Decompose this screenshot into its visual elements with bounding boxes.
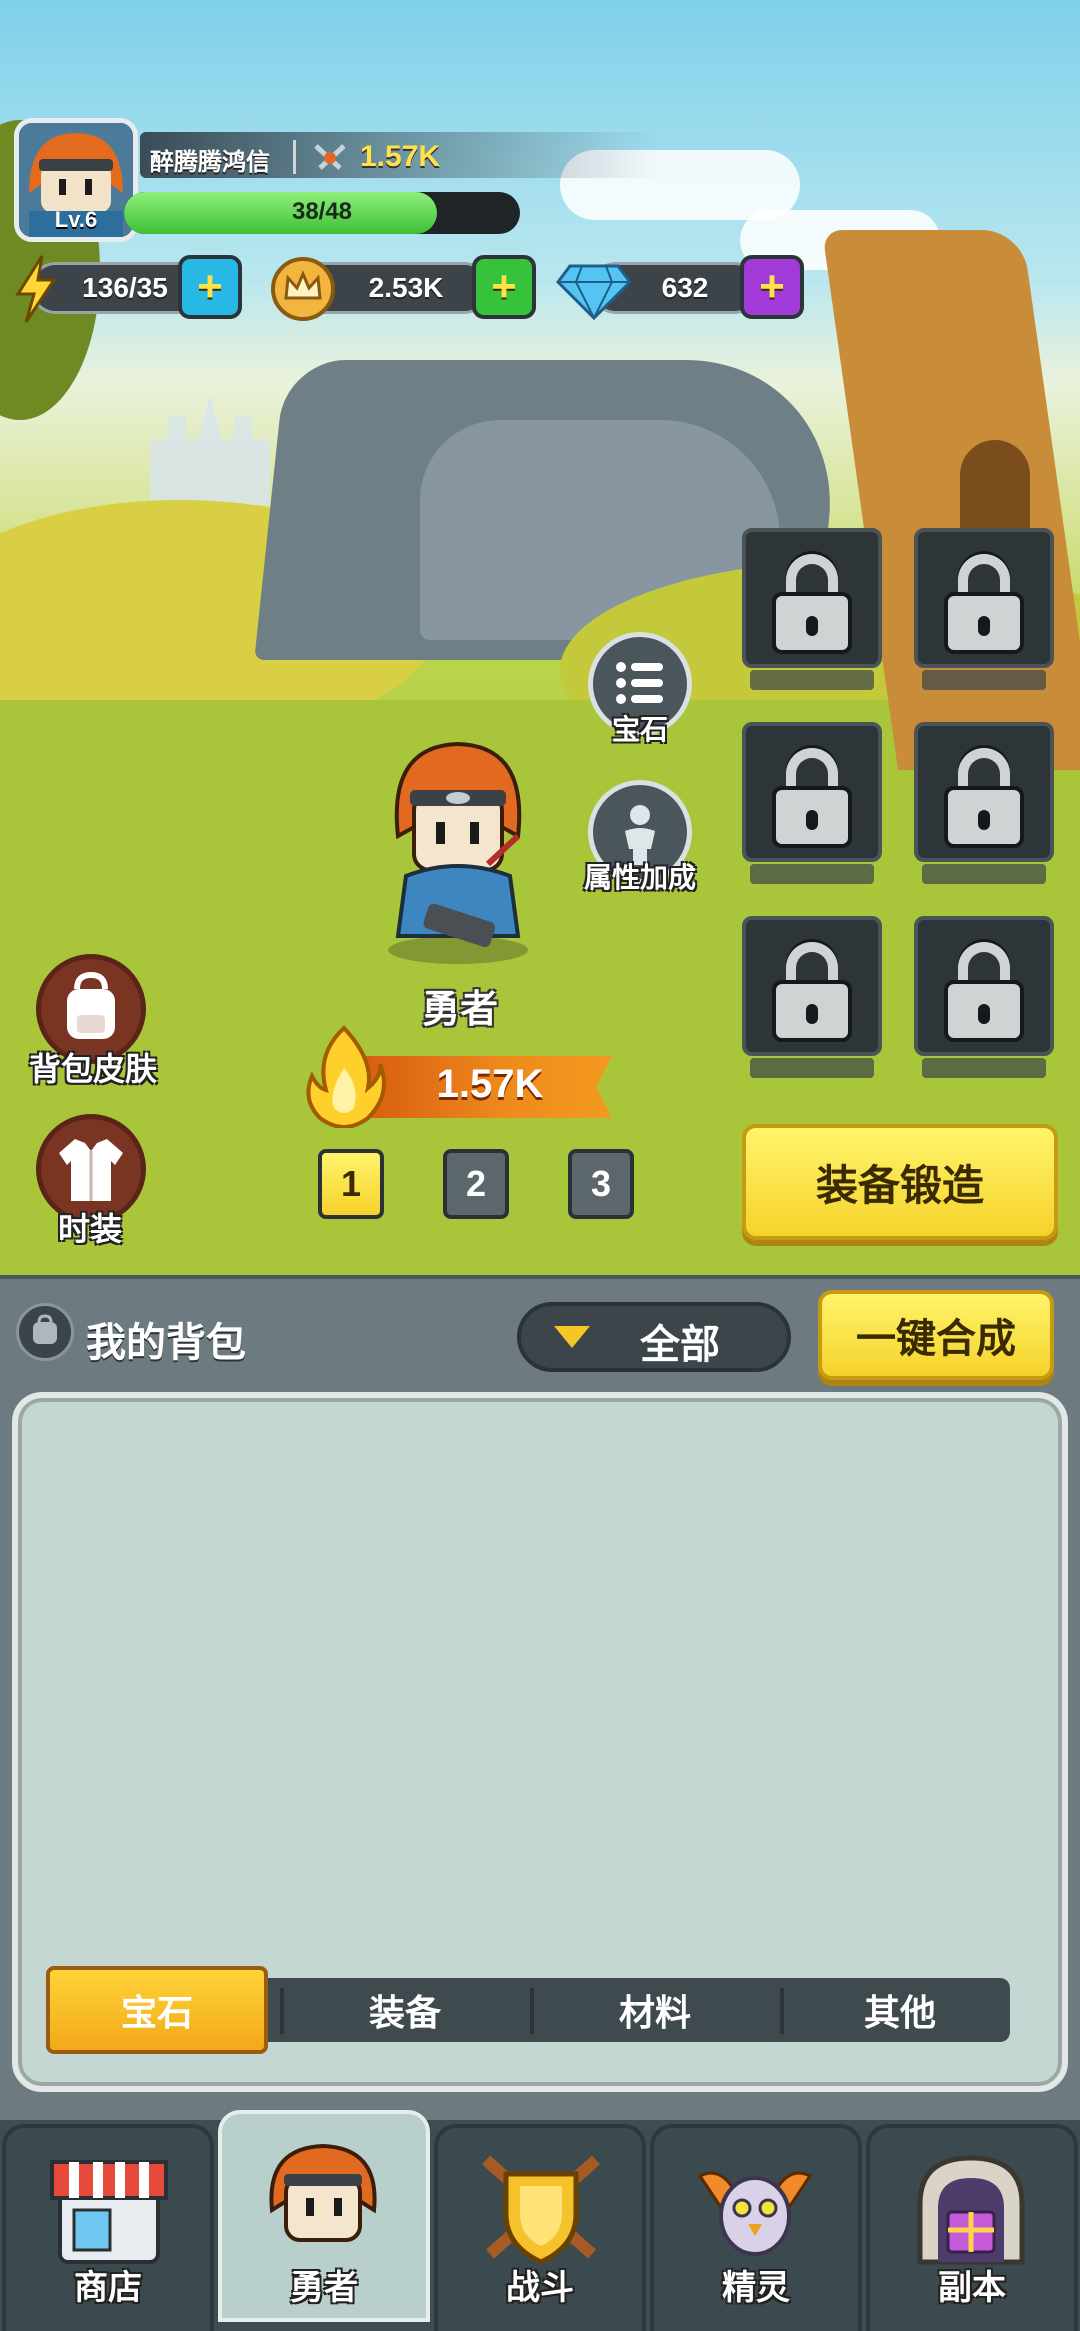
- nav-dungeon-label: 副本: [938, 2268, 1006, 2308]
- attribute-bonus-label: 属性加成: [583, 861, 696, 894]
- plus-icon: +: [759, 262, 785, 311]
- tab-materials[interactable]: 材料: [540, 1978, 770, 2042]
- gem-button-label: 宝石: [611, 713, 668, 746]
- energy-value: 136/35: [82, 272, 168, 303]
- xp-text: 38/48: [291, 198, 353, 225]
- nav-battle-label: 战斗: [506, 2268, 574, 2308]
- battle-icon: [482, 2155, 600, 2265]
- diamond-icon: [556, 264, 632, 320]
- hero-icon: [269, 2143, 377, 2242]
- hero-power: 1.57K: [436, 1062, 544, 1106]
- lightning-icon: [15, 255, 57, 323]
- bag-title: 我的背包: [86, 1320, 246, 1366]
- locked-slot[interactable]: [914, 722, 1054, 884]
- page-button-1[interactable]: 1: [318, 1149, 384, 1219]
- plus-icon: +: [197, 262, 223, 311]
- add-gems-button[interactable]: +: [740, 255, 804, 319]
- one-click-merge-button[interactable]: 一键合成: [818, 1290, 1054, 1380]
- crown-coin-icon: [271, 257, 335, 321]
- equipment-forge-button[interactable]: 装备锻造: [742, 1124, 1058, 1240]
- castle: [150, 395, 270, 505]
- flame-icon: [306, 1025, 386, 1128]
- add-gold-button[interactable]: +: [472, 255, 536, 319]
- divider: [530, 1988, 534, 2034]
- page-button-3[interactable]: 3: [568, 1149, 634, 1219]
- player-level: Lv.6: [54, 207, 98, 232]
- divider: [280, 1988, 284, 2034]
- tab-other[interactable]: 其他: [785, 1978, 1015, 2042]
- nav-spirit-label: 精灵: [722, 2268, 790, 2308]
- player-avatar[interactable]: Lv.6: [14, 118, 138, 242]
- divider: [293, 140, 296, 174]
- shop-icon: [50, 2160, 168, 2264]
- add-energy-button[interactable]: +: [178, 255, 242, 319]
- fashion-label: 时装: [57, 1210, 122, 1248]
- dungeon-icon: [917, 2155, 1025, 2265]
- locked-slot[interactable]: [742, 528, 882, 690]
- player-name: 醉腾腾鸿信: [150, 148, 270, 176]
- tab-gems[interactable]: 宝石: [42, 1978, 272, 2042]
- crossed-swords-icon: [314, 144, 346, 170]
- bag-icon: [16, 1303, 74, 1361]
- locked-slot[interactable]: [742, 916, 882, 1078]
- gem-value: 632: [661, 272, 709, 303]
- player-power: 1.57K: [360, 140, 441, 173]
- gold-value: 2.53K: [368, 272, 444, 303]
- chevron-down-icon: [554, 1326, 590, 1348]
- hero-character[interactable]: [378, 736, 538, 966]
- tab-equipment[interactable]: 装备: [290, 1978, 520, 2042]
- nav-hero-label: 勇者: [290, 2268, 358, 2308]
- locked-slot[interactable]: [742, 722, 882, 884]
- bag-filter-value: 全部: [640, 1322, 720, 1368]
- nav-shop-label: 商店: [74, 2268, 142, 2308]
- plus-icon: +: [491, 262, 517, 311]
- locked-slot[interactable]: [914, 916, 1054, 1078]
- page-button-2[interactable]: 2: [443, 1149, 509, 1219]
- locked-slot[interactable]: [914, 528, 1054, 690]
- hero-name: 勇者: [421, 987, 498, 1031]
- bag-skin-label: 背包皮肤: [28, 1050, 157, 1088]
- spirit-icon: [697, 2171, 813, 2256]
- divider: [780, 1988, 784, 2034]
